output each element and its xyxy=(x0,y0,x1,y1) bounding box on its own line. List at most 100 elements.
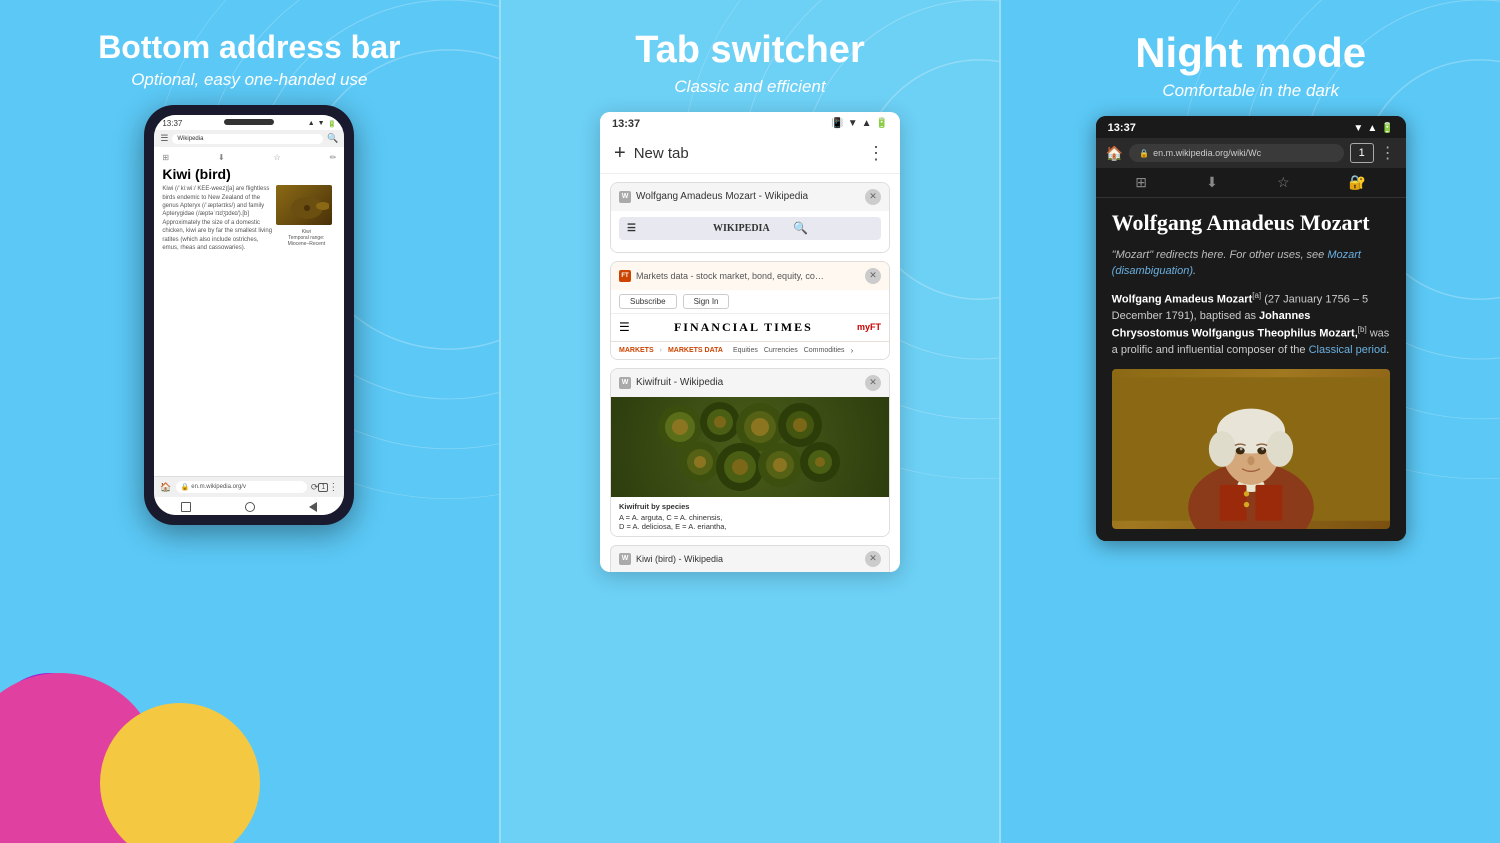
ft-tab-header-left: FT Markets data - stock market, bond, eq… xyxy=(619,270,826,282)
left-panel-title: Bottom address bar xyxy=(98,30,400,65)
signal-icon: ▲ xyxy=(308,120,315,127)
right-panel-title: Night mode xyxy=(1135,30,1366,76)
phone-screen-left: 13:37 ▲ ▼ 🔋 ☰ Wikipedia 🔍 xyxy=(154,115,344,515)
night-menu-dots-icon: ⋮ xyxy=(1380,143,1396,163)
tab-1-content: ☰ WIKIPEDIA 🔍 xyxy=(611,211,889,252)
night-wifi-icon: ▼ xyxy=(1353,123,1363,134)
phone-status-bar: 13:37 ▲ ▼ 🔋 xyxy=(154,115,344,130)
night-article-title: Wolfgang Amadeus Mozart xyxy=(1112,210,1390,236)
ft-tab-card: FT Markets data - stock market, bond, eq… xyxy=(610,261,890,360)
square-nav-btn xyxy=(181,502,191,512)
night-time: 13:37 xyxy=(1108,122,1136,134)
night-toolbar: ⊞ ⬇ ☆ 🔐 xyxy=(1096,168,1406,198)
kiwi-caption-area: Kiwifruit by species A = A. arguta, C = … xyxy=(611,497,889,536)
night-article-content: Wolfgang Amadeus Mozart "Mozart" redirec… xyxy=(1096,198,1406,541)
tab-1-title: Wolfgang Amadeus Mozart - Wikipedia xyxy=(636,191,865,202)
ts-header: + New tab ⋮ xyxy=(600,134,900,174)
home-icon: 🏠 xyxy=(160,482,171,493)
kiwi-infobox: KiwiTemporal range: Miocene–Recent xyxy=(276,185,336,249)
ft-subscribe-btn[interactable]: Subscribe xyxy=(619,294,677,309)
hamburger-icon: ☰ xyxy=(160,133,168,144)
circle-nav-btn xyxy=(245,502,255,512)
phone-top-browser-bar: ☰ Wikipedia 🔍 xyxy=(154,130,344,147)
top-address-pill: Wikipedia xyxy=(172,134,323,144)
night-article-body: Wolfgang Amadeus Mozart[a] (27 January 1… xyxy=(1112,290,1390,359)
ft-logo: FINANCIAL TIMES xyxy=(674,320,813,335)
middle-panel-title: Tab switcher xyxy=(635,30,864,72)
phone-outer-left: 13:37 ▲ ▼ 🔋 ☰ Wikipedia 🔍 xyxy=(144,105,354,525)
kiwi-tab-content: Kiwifruit by species A = A. arguta, C = … xyxy=(611,397,889,536)
ft-tab-header: FT Markets data - stock market, bond, eq… xyxy=(611,262,889,290)
night-tab-count-box: 1 xyxy=(1350,143,1374,163)
wiki-name: Wikipedia xyxy=(177,136,203,142)
middle-panel: Tab switcher Classic and efficient 13:37… xyxy=(499,0,1002,843)
download-icon: ⬇ xyxy=(218,153,225,162)
ts-vibrate-icon: 📳 xyxy=(831,118,843,129)
night-mode-screen: 13:37 ▼ ▲ 🔋 🏠 🔒 en.m.wikipedia.org/wiki/… xyxy=(1096,116,1406,541)
night-lock-icon: 🔒 xyxy=(1139,149,1149,158)
ft-myft: myFT xyxy=(857,322,881,332)
ft-signin-btn[interactable]: Sign In xyxy=(683,294,730,309)
bottom-partial-tab: W Kiwi (bird) - Wikipedia ✕ xyxy=(610,545,890,572)
edit-icon: ✏ xyxy=(330,153,337,162)
night-download-icon: ⬇ xyxy=(1206,174,1218,191)
kiwi-by-species: Kiwifruit by species xyxy=(619,502,881,511)
translate-icon: ⊞ xyxy=(162,153,169,162)
ft-nav-currencies: Currencies xyxy=(764,347,798,354)
search-icon: 🔍 xyxy=(327,133,338,144)
bottom-tab-close[interactable]: ✕ xyxy=(865,551,881,567)
blob-yellow xyxy=(100,703,260,843)
tab-card-1-header: W Wolfgang Amadeus Mozart - Wikipedia ✕ xyxy=(611,183,889,211)
back-nav-btn xyxy=(309,502,317,512)
tab-1-close-btn[interactable]: ✕ xyxy=(865,189,881,205)
ft-nav: MARKETS › MARKETS DATA Equities Currenci… xyxy=(611,342,889,359)
ft-nav-sep: › xyxy=(660,347,662,354)
left-panel: Bottom address bar Optional, easy one-ha… xyxy=(0,0,499,843)
ft-nav-markets: MARKETS xyxy=(619,347,654,354)
address-text: en.m.wikipedia.org/v xyxy=(191,484,246,490)
middle-panel-subtitle: Classic and efficient xyxy=(674,77,825,97)
battery-icon: 🔋 xyxy=(328,120,337,128)
ts-wifi-icon: ▼ xyxy=(848,118,858,129)
tab-card-1: W Wolfgang Amadeus Mozart - Wikipedia ✕ … xyxy=(610,182,890,253)
article-title: Kiwi (bird) xyxy=(162,166,336,182)
ts-status-bar: 13:37 📳 ▼ ▲ 🔋 xyxy=(600,112,900,134)
ft-nav-markets-data: MARKETS DATA xyxy=(668,347,723,354)
wiki-logo-text: WIKIPEDIA xyxy=(713,223,793,234)
right-panel: Night mode Comfortable in the dark 13:37… xyxy=(1001,0,1500,843)
kiwi-image xyxy=(276,185,332,225)
ft-tab-close-btn[interactable]: ✕ xyxy=(865,268,881,284)
ts-battery-icon: 🔋 xyxy=(876,118,888,129)
ts-time: 13:37 xyxy=(612,118,640,130)
right-panel-subtitle: Comfortable in the dark xyxy=(1162,81,1339,101)
ts-new-tab: + New tab xyxy=(614,142,689,165)
kiwi-tab-close-btn[interactable]: ✕ xyxy=(865,375,881,391)
kiwi-species-detail: A = A. arguta, C = A. chinensis, D = A. … xyxy=(619,513,881,531)
phone-mockup-left: 13:37 ▲ ▼ 🔋 ☰ Wikipedia 🔍 xyxy=(144,105,354,525)
reload-icon: ⟳ xyxy=(311,482,319,493)
bottom-tab-favicon: W xyxy=(619,553,631,565)
tab-1-favicon: W xyxy=(619,191,631,203)
bottom-address: 🔒 en.m.wikipedia.org/v xyxy=(176,481,307,493)
ft-nav-arrow: › xyxy=(851,346,854,355)
night-star-icon: ☆ xyxy=(1277,174,1290,191)
phone-nav-bar xyxy=(154,497,344,515)
phone-article-content: ⊞ ⬇ ☆ ✏ Kiwi (bird) xyxy=(154,147,344,476)
ts-new-tab-label: New tab xyxy=(634,145,689,162)
night-home-icon: 🏠 xyxy=(1106,145,1123,162)
night-battery-icon: 🔋 xyxy=(1381,123,1393,134)
tab-count-icon: 1 xyxy=(318,483,328,492)
ts-menu-dots-icon: ⋮ xyxy=(867,143,886,164)
ft-subscribe-bar: Subscribe Sign In xyxy=(611,290,889,314)
ft-tab-content: Subscribe Sign In ☰ FINANCIAL TIMES myFT… xyxy=(611,290,889,359)
night-lock-edit-icon: 🔐 xyxy=(1349,174,1366,191)
kiwi-tab-title: Kiwifruit - Wikipedia xyxy=(636,377,723,388)
wiki-toolbar: ⊞ ⬇ ☆ ✏ xyxy=(162,153,336,162)
night-tab-count: 1 xyxy=(1359,147,1365,159)
night-article-quote: "Mozart" redirects here. For other uses,… xyxy=(1112,247,1390,280)
kiwi-caption: KiwiTemporal range: Miocene–Recent xyxy=(276,227,336,249)
kiwi-tab-card: W Kiwifruit - Wikipedia ✕ xyxy=(610,368,890,537)
star-icon: ☆ xyxy=(274,153,281,162)
wiki-search-bar: ☰ WIKIPEDIA 🔍 xyxy=(619,217,881,240)
night-address-text: en.m.wikipedia.org/wiki/Wc xyxy=(1153,148,1261,158)
